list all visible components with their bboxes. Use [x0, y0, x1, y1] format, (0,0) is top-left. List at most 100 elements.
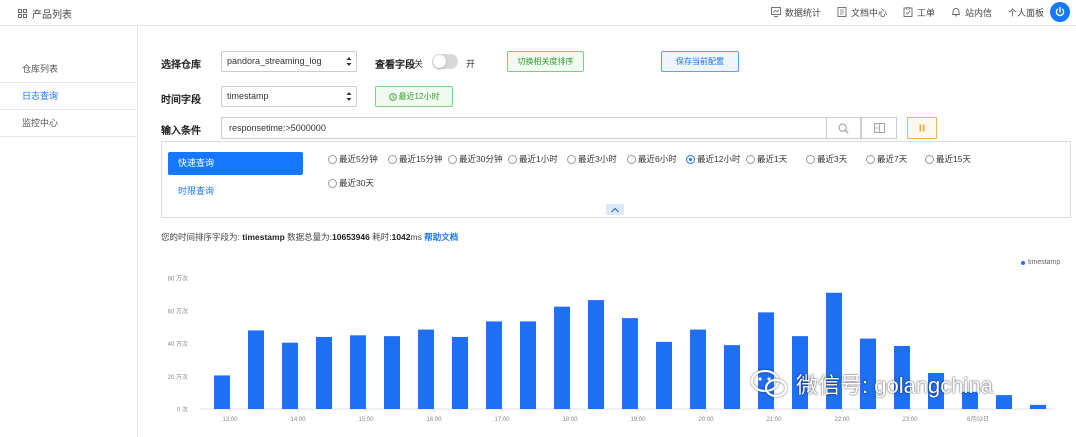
x-tick-label: 19:00: [630, 417, 646, 423]
summary-time-value: 1042: [391, 232, 411, 242]
radio-recent-30min[interactable]: 最近30分钟: [448, 153, 502, 165]
pause-icon: [919, 124, 925, 132]
x-tick-label: 17:00: [494, 417, 510, 423]
bell-icon: [951, 8, 960, 17]
select-arrows-icon: [346, 92, 352, 101]
view-fields-toggle[interactable]: [432, 54, 458, 69]
radio-label: 最近3小时: [578, 154, 617, 164]
radio-recent-7d[interactable]: 最近7天: [866, 153, 907, 165]
power-icon: [1055, 6, 1065, 17]
radio-dot: [866, 154, 875, 164]
y-tick-label: 60 万次: [168, 307, 188, 315]
sidebar-item-repo-list[interactable]: 仓库列表: [0, 56, 137, 83]
radio-label: 最近30分钟: [459, 154, 503, 164]
radio-recent-1d[interactable]: 最近1天: [746, 153, 787, 165]
radio-label: 最近12小时: [697, 154, 741, 164]
x-tick-label: 14:00: [290, 417, 306, 423]
histogram-bar[interactable]: [622, 318, 638, 409]
search-icon: [838, 123, 849, 134]
time-field-select[interactable]: timestamp: [221, 86, 357, 107]
histogram-bar[interactable]: [248, 330, 264, 409]
layout-button[interactable]: [861, 117, 897, 139]
nav-messages[interactable]: 站内信: [951, 6, 992, 19]
repo-label: 选择仓库: [161, 60, 201, 71]
nav-docs[interactable]: 文档中心: [837, 6, 887, 19]
nav-data-statistics[interactable]: 数据统计: [770, 6, 821, 19]
radio-recent-6h[interactable]: 最近6小时: [627, 153, 677, 165]
select-arrows-icon: [346, 57, 352, 66]
watermark-text: 微信号: golangchina: [796, 373, 993, 398]
radio-recent-5min[interactable]: 最近5分钟: [328, 153, 378, 165]
radio-recent-1h[interactable]: 最近1小时: [508, 153, 558, 165]
histogram-bar[interactable]: [486, 321, 502, 409]
chevron-up-icon: [611, 207, 619, 212]
histogram-bar[interactable]: [996, 395, 1012, 409]
toggle-off-label: 关: [414, 59, 424, 69]
user-panel-label: 个人面板: [1007, 7, 1044, 18]
radio-dot: [925, 154, 934, 164]
collapse-button[interactable]: [606, 204, 624, 215]
toggle-knob: [433, 55, 446, 68]
help-doc-link[interactable]: 帮助文档: [424, 232, 458, 242]
save-config-button[interactable]: 保存当前配置: [661, 51, 739, 72]
radio-label: 最近1小时: [519, 154, 558, 164]
top-bar: 产品列表 数据统计 文档中心 工单 站内信 个人面板: [0, 0, 1076, 26]
condition-label: 输入条件: [161, 126, 201, 137]
clipboard-icon: [903, 7, 913, 17]
time-range-button[interactable]: 最近12小时: [375, 86, 453, 107]
summary-field: timestamp: [242, 232, 285, 242]
nav-user-panel[interactable]: 个人面板: [1008, 6, 1044, 19]
time-query-tab[interactable]: 时限查询: [178, 184, 214, 197]
histogram-bar[interactable]: [282, 342, 298, 409]
radio-dot: [508, 154, 517, 164]
histogram-bar[interactable]: [690, 329, 706, 409]
histogram-bar[interactable]: [656, 341, 672, 409]
sidebar: 仓库列表 日志查询 监控中心: [0, 26, 138, 437]
radio-recent-3h[interactable]: 最近3小时: [567, 153, 617, 165]
histogram-bar[interactable]: [724, 345, 740, 409]
radio-recent-12h[interactable]: 最近12小时: [686, 153, 740, 165]
radio-dot: [806, 154, 815, 164]
repo-select[interactable]: pandora_streaming_log: [221, 51, 357, 72]
radio-recent-3d[interactable]: 最近3天: [806, 153, 847, 165]
histogram-bar[interactable]: [384, 336, 400, 409]
sidebar-item-monitor[interactable]: 监控中心: [0, 110, 137, 137]
nav-tickets[interactable]: 工单: [903, 6, 935, 19]
time-range-label: 最近12小时: [398, 92, 440, 101]
radio-recent-30d[interactable]: 最近30天: [328, 177, 374, 189]
histogram-bar[interactable]: [316, 336, 332, 409]
time-field-label: 时间字段: [161, 95, 201, 106]
view-fields-label: 查看字段: [375, 60, 415, 71]
quick-query-tab[interactable]: 快速查询: [168, 152, 303, 175]
radio-label: 最近15天: [936, 154, 971, 164]
x-tick-label: 20:00: [698, 417, 714, 423]
histogram-bar[interactable]: [418, 329, 434, 409]
histogram-bar[interactable]: [452, 336, 468, 409]
switch-relevance-sort-button[interactable]: 切换相关度排序: [507, 51, 584, 72]
summary-time-unit: ms: [410, 232, 422, 242]
summary-total-label: 数据总量为:: [287, 232, 333, 242]
pause-button[interactable]: [907, 117, 937, 139]
query-input[interactable]: responsetime:>5000000: [221, 117, 826, 139]
y-tick-label: 40 万次: [168, 340, 188, 348]
chart-legend[interactable]: timestamp: [1021, 259, 1060, 266]
histogram-bar[interactable]: [520, 321, 536, 409]
radio-dot: [388, 154, 397, 164]
histogram-bar[interactable]: [1030, 404, 1046, 409]
histogram-bar[interactable]: [350, 335, 366, 409]
clock-icon: [388, 92, 397, 101]
histogram-bar[interactable]: [554, 306, 570, 409]
time-field-select-value: timestamp: [227, 91, 269, 101]
x-tick-label: 8月03日: [967, 416, 989, 423]
x-tick-label: 21:00: [766, 417, 782, 423]
logout-button[interactable]: [1050, 2, 1070, 22]
sidebar-item-log-query[interactable]: 日志查询: [0, 83, 137, 110]
histogram-bar[interactable]: [588, 300, 604, 409]
product-list-menu[interactable]: 产品列表: [18, 6, 72, 21]
search-button[interactable]: [826, 117, 861, 139]
histogram-bar[interactable]: [214, 375, 230, 409]
radio-recent-15d[interactable]: 最近15天: [925, 153, 971, 165]
radio-label: 最近1天: [757, 154, 788, 164]
y-tick-label: 0 次: [177, 406, 188, 414]
radio-recent-15min[interactable]: 最近15分钟: [388, 153, 442, 165]
